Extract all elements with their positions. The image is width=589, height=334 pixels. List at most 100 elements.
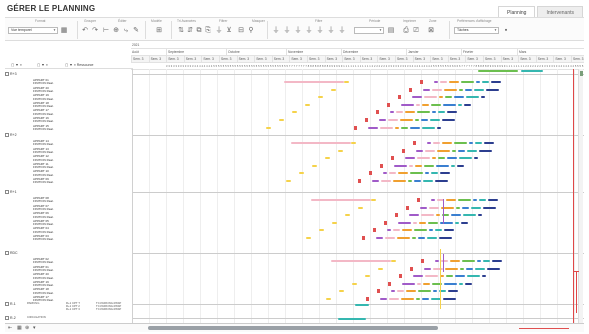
task-bar[interactable] xyxy=(456,206,460,209)
task-bar[interactable] xyxy=(401,103,414,106)
task-bar[interactable] xyxy=(412,96,422,99)
task-bar[interactable] xyxy=(448,290,458,293)
expand-icon[interactable] xyxy=(5,72,9,77)
task-bar[interactable] xyxy=(427,237,437,239)
task-bar[interactable] xyxy=(311,199,371,201)
task-bar[interactable] xyxy=(462,260,475,262)
task-bar[interactable] xyxy=(431,172,438,175)
milestone-flag[interactable] xyxy=(398,95,401,100)
task-bar[interactable] xyxy=(478,214,482,217)
task-bar[interactable] xyxy=(439,237,452,239)
task-bar[interactable] xyxy=(466,267,473,270)
task-bar[interactable] xyxy=(445,267,458,270)
task-bar[interactable] xyxy=(484,142,494,144)
milestone-flag[interactable] xyxy=(387,102,390,107)
task-bar[interactable] xyxy=(331,260,391,262)
task-bar[interactable] xyxy=(387,229,391,232)
preferences-select[interactable]: Tâches ▼ xyxy=(454,27,499,34)
link-task-icon[interactable]: ⤷ xyxy=(122,26,130,34)
task-bar[interactable] xyxy=(465,282,472,285)
task-bar[interactable] xyxy=(432,111,436,114)
filter-icon[interactable]: ⏚ xyxy=(283,26,291,34)
task-bar[interactable] xyxy=(389,172,396,175)
task-bar[interactable] xyxy=(455,221,459,224)
task-bar[interactable] xyxy=(405,157,415,160)
task-bar[interactable] xyxy=(365,275,370,278)
milestone-flag[interactable] xyxy=(362,236,365,240)
task-bar[interactable] xyxy=(442,119,455,121)
milestone-flag[interactable] xyxy=(421,259,424,263)
milestone-flag[interactable] xyxy=(376,110,379,115)
expand-icon[interactable] xyxy=(5,316,9,321)
task-bar[interactable] xyxy=(454,96,464,99)
task-bar[interactable] xyxy=(451,164,455,167)
task-bar[interactable] xyxy=(439,96,443,99)
add-icon[interactable]: ⊕ xyxy=(25,326,29,331)
task-bar[interactable] xyxy=(433,267,443,270)
task-bar[interactable] xyxy=(376,237,383,239)
task-bar[interactable] xyxy=(460,267,464,270)
undo-icon[interactable]: ↶ xyxy=(81,26,89,34)
task-bar[interactable] xyxy=(449,81,459,83)
chevron-down-icon[interactable]: ▾ xyxy=(33,326,36,331)
task-bar[interactable] xyxy=(455,275,465,278)
task-bar[interactable] xyxy=(393,229,400,232)
settings-icon[interactable]: ▪ xyxy=(502,26,510,34)
task-bar[interactable] xyxy=(355,304,369,306)
filter-icon[interactable]: ⏚ xyxy=(338,26,346,34)
task-bar[interactable] xyxy=(442,142,452,144)
milestone-flag[interactable] xyxy=(402,148,405,153)
task-bar[interactable] xyxy=(291,142,351,144)
task-bar[interactable] xyxy=(338,149,343,152)
filter-clear-icon[interactable]: ⊻ xyxy=(225,26,233,34)
task-bar[interactable] xyxy=(421,214,434,217)
task-bar[interactable] xyxy=(483,206,496,209)
task-bar[interactable] xyxy=(395,126,399,129)
task-bar[interactable] xyxy=(462,206,469,209)
milestone-flag[interactable] xyxy=(391,156,394,161)
task-bar[interactable] xyxy=(432,88,442,91)
task-bar[interactable] xyxy=(482,81,489,83)
task-bar[interactable] xyxy=(444,282,457,285)
task-bar[interactable] xyxy=(461,221,468,224)
task-bar[interactable] xyxy=(492,260,502,262)
task-bar[interactable] xyxy=(284,81,344,83)
task-bar[interactable] xyxy=(266,126,271,129)
task-bar[interactable] xyxy=(440,172,450,175)
task-bar[interactable] xyxy=(410,172,423,175)
grid-view-icon[interactable]: ▦ xyxy=(60,26,68,34)
task-bar[interactable] xyxy=(416,103,420,106)
column-header-1[interactable]: ▢ ▼ ≡ xyxy=(11,63,22,67)
task-bar[interactable] xyxy=(471,206,481,209)
milestone-flag[interactable] xyxy=(417,198,420,202)
task-bar[interactable] xyxy=(402,282,415,285)
task-bar[interactable] xyxy=(429,206,439,209)
task-bar[interactable] xyxy=(444,229,454,232)
task-bar[interactable] xyxy=(466,96,479,99)
task-bar[interactable] xyxy=(418,290,431,293)
task-bar[interactable] xyxy=(458,103,462,106)
task-bar[interactable] xyxy=(331,88,336,91)
task-bar[interactable] xyxy=(417,111,430,114)
task-bar[interactable] xyxy=(371,199,376,201)
task-bar[interactable] xyxy=(454,142,467,144)
task-bar[interactable] xyxy=(378,267,383,270)
filter-icon[interactable]: ⏚ xyxy=(327,26,335,34)
task-bar[interactable] xyxy=(440,81,447,83)
filter-icon[interactable]: ⏚ xyxy=(294,26,302,34)
task-bar[interactable] xyxy=(338,318,366,320)
task-bar[interactable] xyxy=(419,221,426,224)
column-header-2[interactable]: ▢ ▼ ≡ xyxy=(37,63,48,67)
task-bar[interactable] xyxy=(486,88,499,91)
level-toggle[interactable]: R+2 xyxy=(5,132,17,138)
print-icon[interactable]: ⎙ xyxy=(402,26,410,34)
task-bar[interactable] xyxy=(414,180,421,182)
task-bar[interactable] xyxy=(476,81,480,83)
task-bar[interactable] xyxy=(385,237,395,239)
copy-icon[interactable]: ⧉ xyxy=(195,26,203,34)
task-bar[interactable] xyxy=(434,81,438,83)
task-bar[interactable] xyxy=(469,142,473,144)
task-bar[interactable] xyxy=(423,180,433,182)
task-bar[interactable] xyxy=(477,260,481,262)
milestone-flag[interactable] xyxy=(406,205,409,210)
